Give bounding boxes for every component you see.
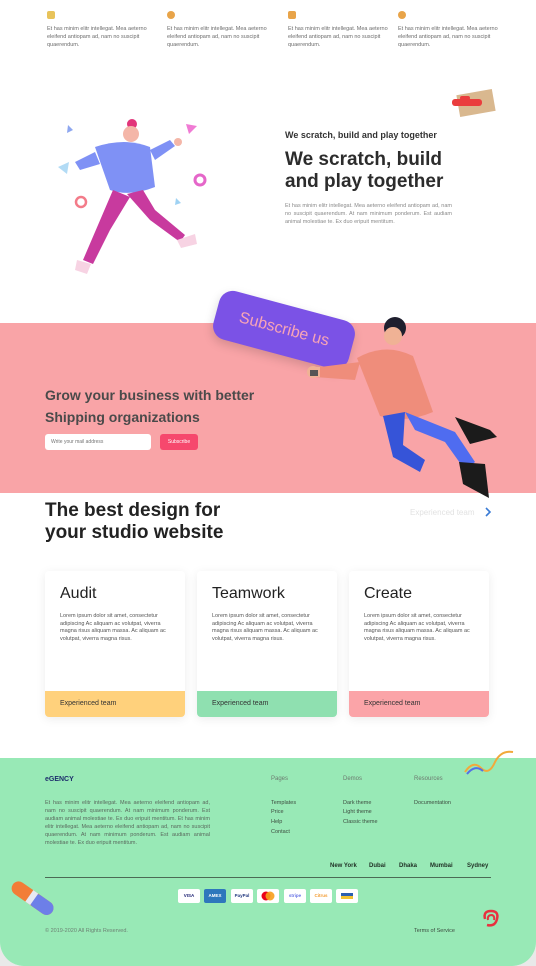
- payment-mastercard-icon: [257, 889, 279, 903]
- card-body: Lorem ipsum dolor sit amet, consectetur …: [212, 613, 318, 642]
- footer-link[interactable]: Help: [271, 818, 282, 827]
- card-footer-bar[interactable]: Experienced team: [45, 691, 185, 717]
- footer-link[interactable]: Classic theme: [343, 818, 378, 827]
- scratch-title: We scratch, build and play together: [285, 149, 444, 192]
- footer-about: Et has minim elitr intellegat. Mea aeter…: [45, 800, 210, 846]
- footer-heading: Resources: [414, 776, 443, 782]
- footer: [0, 758, 536, 966]
- card-title: Teamwork: [212, 585, 285, 602]
- city-link[interactable]: Dhaka: [399, 863, 417, 869]
- city-link[interactable]: Sydney: [467, 863, 488, 869]
- city-link[interactable]: Mumbai: [430, 863, 453, 869]
- payment-paypal-icon: PayPal: [231, 889, 253, 903]
- footer-heading: Demos: [343, 776, 363, 782]
- card-title: Audit: [60, 585, 97, 602]
- footer-link[interactable]: Price: [271, 808, 284, 817]
- card-body: Lorem ipsum dolor sit amet, consectetur …: [60, 613, 166, 642]
- brand-swirl-icon: [483, 909, 499, 927]
- capsule-decoration: [11, 881, 54, 915]
- card-body: Lorem ipsum dolor sit amet, consectetur …: [364, 613, 470, 642]
- email-input[interactable]: [45, 434, 151, 450]
- city-link[interactable]: New York: [330, 863, 357, 869]
- card-footer-bar[interactable]: Experienced team: [197, 691, 337, 717]
- squiggle-decoration: [464, 750, 514, 775]
- payment-citrus-icon: Citrus: [310, 889, 332, 903]
- service-card-teamwork[interactable]: Teamwork Lorem ipsum dolor sit amet, con…: [197, 571, 337, 717]
- footer-brand[interactable]: eGENCY: [45, 776, 74, 783]
- footer-link[interactable]: Light theme: [343, 808, 372, 817]
- tape-decoration: [452, 89, 496, 117]
- payment-card-icon: [336, 889, 358, 903]
- subscribe-button[interactable]: Subscribe: [160, 434, 198, 450]
- card-title: Create: [364, 585, 413, 602]
- chevron-right-icon[interactable]: [483, 507, 493, 517]
- design-title: The best design for your studio website: [45, 500, 224, 543]
- design-link[interactable]: Experienced team: [410, 508, 474, 517]
- terms-link[interactable]: Terms of Service: [414, 928, 455, 934]
- feature-icon: [398, 11, 406, 19]
- copyright: © 2019-2020 All Rights Reserved.: [45, 928, 128, 934]
- subscribe-headline: Grow your business with better Shipping …: [45, 387, 255, 425]
- footer-link[interactable]: Dark theme: [343, 799, 371, 808]
- service-card-create[interactable]: Create Lorem ipsum dolor sit amet, conse…: [349, 571, 489, 717]
- feature-icon: [288, 11, 296, 19]
- scratch-body: Et has minim elitr intellegat. Mea aeter…: [285, 203, 452, 225]
- feature-text: Et has minim elitr intellegat. Mea aeter…: [167, 26, 267, 48]
- feature-icon: [167, 11, 175, 19]
- feature-icon: [47, 11, 55, 19]
- payment-amex-icon: AMEX: [204, 889, 226, 903]
- payment-visa-icon: VISA: [178, 889, 200, 903]
- running-person-illustration: [58, 119, 207, 274]
- feature-text: Et has minim elitr intellegat. Mea aeter…: [288, 26, 388, 48]
- page: Et has minim elitr intellegat. Mea aeter…: [0, 0, 536, 966]
- city-link[interactable]: Dubai: [369, 863, 386, 869]
- card-footer-bar[interactable]: Experienced team: [349, 691, 489, 717]
- man-illustration: [307, 317, 497, 498]
- footer-divider: [45, 877, 491, 878]
- feature-text: Et has minim elitr intellegat. Mea aeter…: [398, 26, 498, 48]
- footer-heading: Pages: [271, 776, 289, 782]
- scratch-eyebrow: We scratch, build and play together: [285, 130, 437, 140]
- feature-text: Et has minim elitr intellegat. Mea aeter…: [47, 26, 147, 48]
- service-card-audit[interactable]: Audit Lorem ipsum dolor sit amet, consec…: [45, 571, 185, 717]
- footer-link[interactable]: Contact: [271, 828, 290, 837]
- footer-link[interactable]: Templates: [271, 799, 296, 808]
- payment-stripe-icon: stripe: [284, 889, 306, 903]
- footer-link[interactable]: Documentation: [414, 799, 451, 808]
